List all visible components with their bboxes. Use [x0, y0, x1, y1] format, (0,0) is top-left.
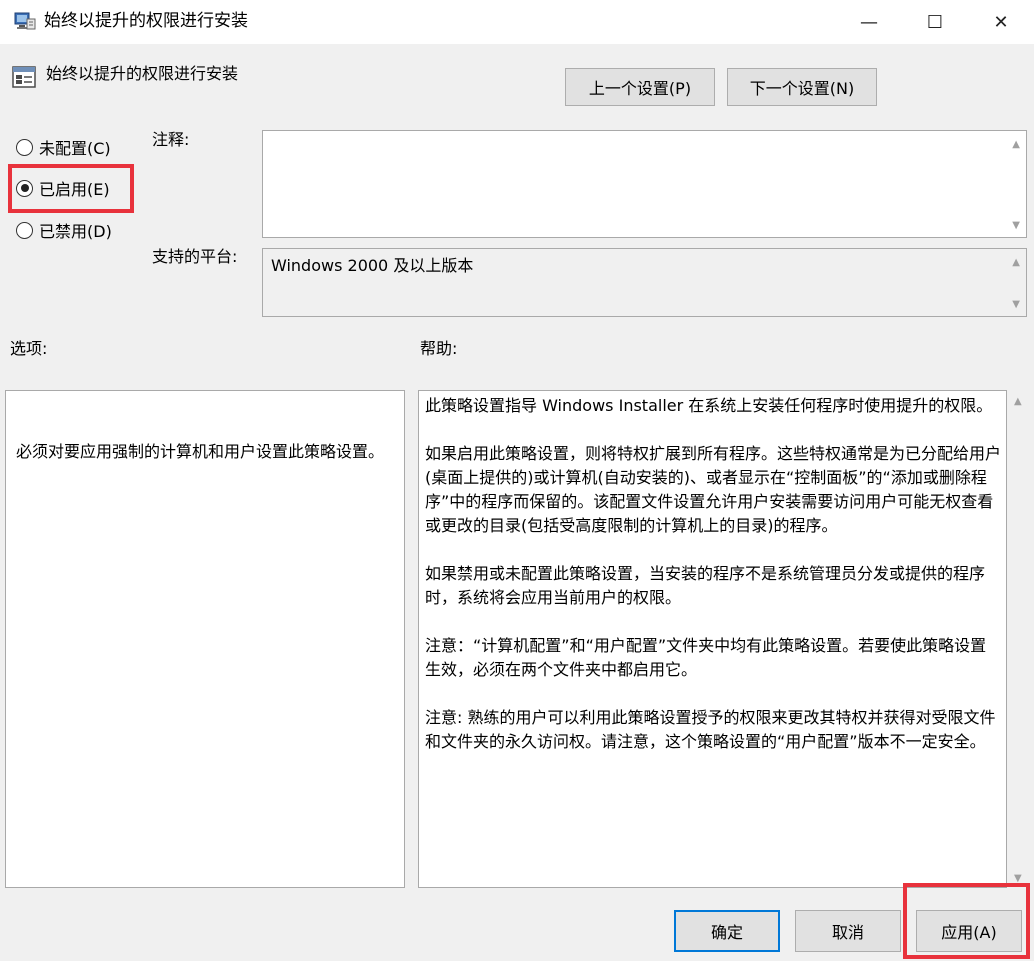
next-setting-button[interactable]: 下一个设置(N)	[727, 68, 877, 106]
policy-dialog: 始终以提升的权限进行安装 — ☐ ✕ 始终以提升的权限进行安装 上一个设置(P)…	[0, 0, 1034, 961]
help-paragraph: 此策略设置指导 Windows Installer 在系统上安装任何程序时使用提…	[425, 396, 993, 415]
help-paragraph: 如果禁用或未配置此策略设置，当安装的程序不是系统管理员分发或提供的程序时，系统将…	[425, 564, 986, 607]
previous-setting-button[interactable]: 上一个设置(P)	[565, 68, 715, 106]
window-title: 始终以提升的权限进行安装	[44, 11, 248, 31]
radio-circle-icon	[16, 138, 33, 156]
options-pane: 必须对要应用强制的计算机和用户设置此策略设置。	[5, 390, 405, 888]
scroll-up-icon[interactable]: ▲	[1012, 139, 1020, 150]
scroll-up-icon[interactable]: ▲	[1014, 396, 1022, 407]
enabled-highlight-box	[8, 164, 134, 213]
maximize-button[interactable]: ☐	[902, 0, 968, 44]
close-icon: ✕	[993, 11, 1009, 33]
apply-highlight-box	[903, 883, 1030, 959]
comment-label: 注释:	[152, 130, 190, 149]
help-paragraph: 如果启用此策略设置，则将特权扩展到所有程序。这些特权通常是为已分配给用户(桌面上…	[425, 444, 1002, 535]
radio-label-disabled: 已禁用(D)	[39, 222, 112, 241]
scroll-up-icon[interactable]: ▲	[1012, 257, 1020, 268]
supported-platform-box: Windows 2000 及以上版本 ▲ ▼	[262, 248, 1027, 317]
radio-label-not-configured: 未配置(C)	[39, 139, 111, 158]
options-text: 必须对要应用强制的计算机和用户设置此策略设置。	[16, 442, 385, 461]
cancel-button[interactable]: 取消	[795, 910, 901, 952]
options-label: 选项:	[10, 339, 48, 358]
help-paragraph: 注意：“计算机配置”和“用户配置”文件夹中均有此策略设置。若要使此策略设置生效，…	[425, 636, 987, 679]
policy-title: 始终以提升的权限进行安装	[46, 64, 239, 83]
help-text: 此策略设置指导 Windows Installer 在系统上安装任何程序时使用提…	[425, 394, 1001, 778]
title-bar: 始终以提升的权限进行安装 — ☐ ✕	[0, 0, 1034, 44]
help-label: 帮助:	[420, 339, 458, 358]
scroll-down-icon[interactable]: ▼	[1012, 299, 1020, 310]
supported-platform-value: Windows 2000 及以上版本	[271, 256, 474, 275]
radio-disabled[interactable]: 已禁用(D)	[16, 219, 112, 241]
help-pane[interactable]: 此策略设置指导 Windows Installer 在系统上安装任何程序时使用提…	[418, 390, 1007, 888]
supported-platform-label: 支持的平台:	[152, 247, 238, 266]
radio-not-configured[interactable]: 未配置(C)	[16, 136, 111, 158]
ok-button[interactable]: 确定	[674, 910, 780, 952]
help-scrollbar[interactable]: ▲ ▼	[1008, 390, 1030, 888]
maximize-icon: ☐	[926, 11, 944, 33]
policy-setting-icon	[12, 66, 36, 88]
minimize-button[interactable]: —	[836, 0, 902, 44]
help-paragraph: 注意: 熟练的用户可以利用此策略设置授予的权限来更改其特权并获得对受限文件和文件…	[425, 708, 996, 751]
comment-textarea[interactable]: ▲ ▼	[262, 130, 1027, 238]
scroll-down-icon[interactable]: ▼	[1012, 220, 1020, 231]
radio-circle-icon	[16, 221, 33, 239]
close-button[interactable]: ✕	[968, 0, 1034, 44]
minimize-icon: —	[860, 11, 878, 33]
policy-editor-icon	[14, 12, 36, 30]
